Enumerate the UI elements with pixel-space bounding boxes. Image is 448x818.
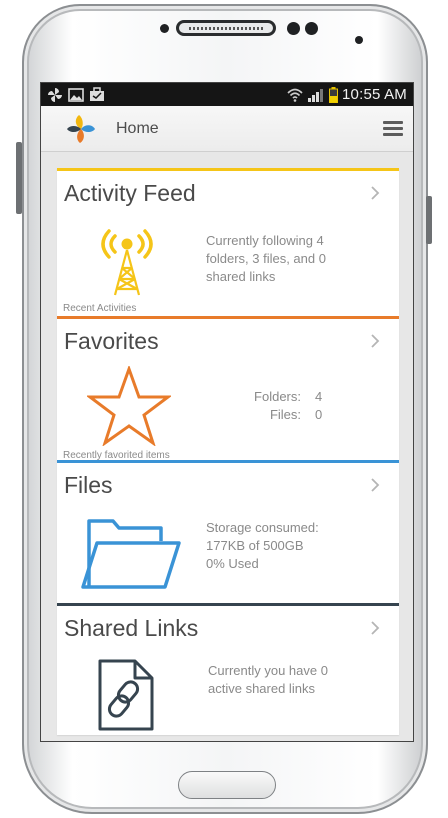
chevron-right-icon[interactable] — [369, 333, 381, 349]
link-document-icon — [98, 659, 154, 731]
image-icon — [68, 87, 84, 102]
earpiece-speaker — [176, 20, 276, 36]
card-list: Activity Feed Recent Activities Currentl… — [57, 168, 399, 735]
signal-icon — [308, 89, 324, 102]
activity-feed-card[interactable]: Activity Feed Recent Activities Currentl… — [57, 168, 399, 316]
favorites-card[interactable]: Favorites Recently favorited items Folde… — [57, 316, 399, 461]
app-bar: Home — [41, 106, 413, 152]
card-title: Files — [64, 472, 113, 498]
proximity-sensor — [160, 24, 169, 33]
battery-icon — [329, 86, 339, 103]
chevron-right-icon[interactable] — [369, 477, 381, 493]
card-caption: Recent Activities — [63, 303, 137, 314]
shared-links-summary: Currently you have 0 active shared links — [208, 663, 328, 696]
wifi-icon — [287, 88, 303, 102]
card-title: Activity Feed — [64, 180, 196, 206]
app-title: Home — [116, 120, 159, 137]
volume-button — [16, 142, 22, 214]
card-title: Shared Links — [64, 615, 199, 641]
files-card[interactable]: Files Storage consumed: 177KB of 500GB 0… — [57, 460, 399, 603]
broadcast-tower-icon — [101, 229, 153, 296]
app-logo-icon[interactable] — [65, 114, 97, 144]
folders-count: 4 — [315, 389, 323, 404]
storage-summary: Storage consumed: 177KB of 500GB 0% Used — [206, 520, 319, 571]
screen: 10:55 AM Home Activity Feed Recent Activ… — [40, 82, 414, 742]
chevron-right-icon[interactable] — [369, 620, 381, 636]
star-icon — [87, 366, 171, 446]
briefcase-icon — [90, 87, 104, 101]
home-button[interactable] — [178, 771, 276, 799]
files-label: Files: — [269, 407, 301, 422]
files-count: 0 — [315, 407, 323, 422]
status-bar: 10:55 AM — [41, 83, 413, 106]
folders-label: Folders: — [254, 389, 301, 404]
chevron-right-icon[interactable] — [369, 185, 381, 201]
light-sensor — [355, 36, 363, 44]
favorites-counts: Folders: 4 Files: 0 — [243, 388, 331, 424]
folder-icon — [81, 519, 181, 589]
power-button — [426, 196, 432, 244]
card-title: Favorites — [64, 328, 159, 354]
front-camera-icon — [287, 22, 300, 35]
shared-links-card[interactable]: Shared Links Currently you have 0 active… — [57, 603, 399, 735]
pinwheel-icon — [48, 87, 62, 102]
hamburger-menu-icon[interactable] — [383, 121, 403, 137]
activity-summary: Currently following 4 folders, 3 files, … — [206, 233, 326, 284]
sensor-icon — [305, 22, 318, 35]
clock: 10:55 AM — [342, 86, 407, 103]
